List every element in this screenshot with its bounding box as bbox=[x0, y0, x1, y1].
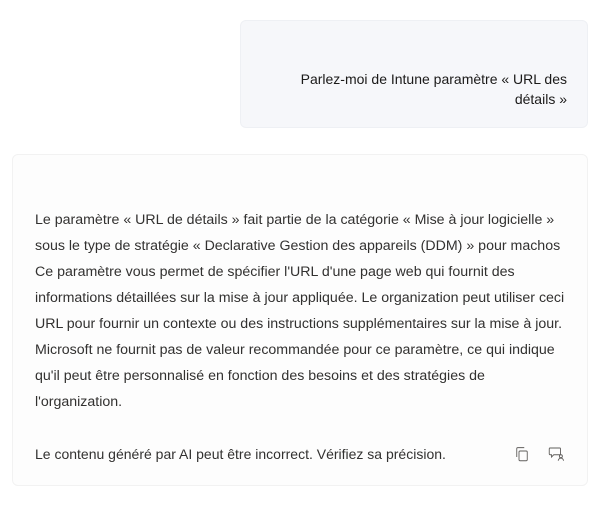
assistant-message-body: Le paramètre « URL de détails » fait par… bbox=[35, 207, 565, 415]
copy-button[interactable] bbox=[513, 445, 531, 463]
feedback-person-icon bbox=[547, 445, 565, 463]
assistant-message-bubble: Le paramètre « URL de détails » fait par… bbox=[12, 154, 588, 486]
feedback-button[interactable] bbox=[547, 445, 565, 463]
user-message-bubble: Parlez-moi de Intune paramètre « URL des… bbox=[240, 20, 588, 128]
footer-actions bbox=[513, 445, 565, 463]
assistant-footer: Le contenu généré par AI peut être incor… bbox=[35, 443, 565, 465]
copy-icon bbox=[513, 445, 531, 463]
user-message-text: Parlez-moi de Intune paramètre « URL des… bbox=[259, 69, 569, 109]
ai-disclaimer-text: Le contenu généré par AI peut être incor… bbox=[35, 443, 446, 465]
